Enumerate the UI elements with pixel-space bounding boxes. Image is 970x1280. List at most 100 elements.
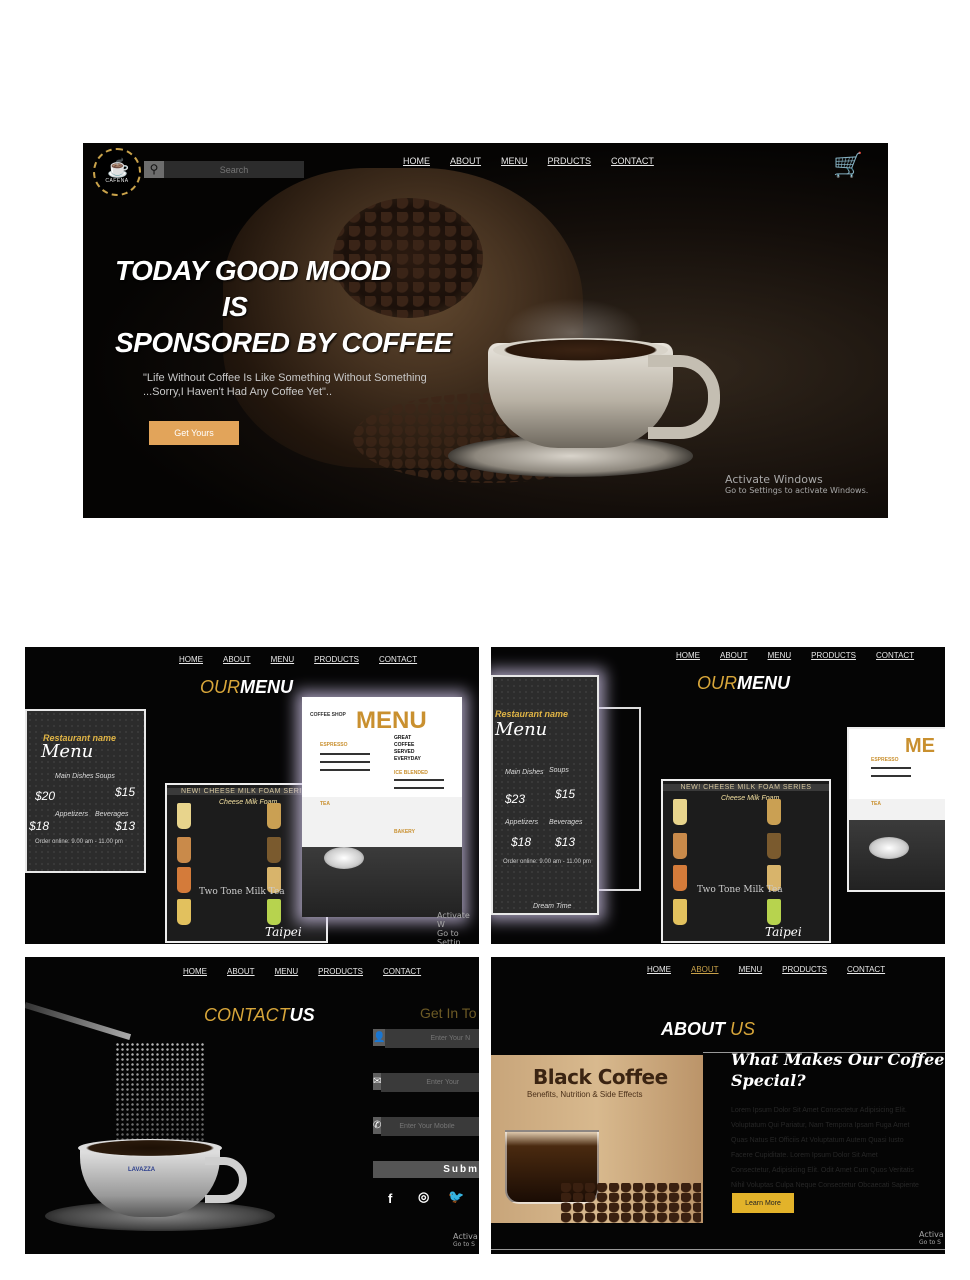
cup-brand: LAVAZZA [128, 1167, 156, 1173]
restaurant-name: Restaurant name [495, 709, 569, 719]
section-bakery: BAKERY [394, 829, 415, 835]
nav-products[interactable]: PRODUCTS [811, 651, 856, 660]
body-line: Quas Natus Et Officiis At Voluptatum Aut… [731, 1137, 904, 1144]
menu-left-nav: HOME ABOUT MENU PRODUCTS CONTACT [179, 655, 437, 664]
nav-home[interactable]: HOME [179, 655, 203, 664]
section-tea: TEA [320, 801, 330, 807]
chalk-item-appetizers: Appetizers [505, 819, 539, 826]
nav-contact[interactable]: CONTACT [611, 156, 654, 166]
chalk-price-2: $15 [115, 785, 136, 799]
nav-menu[interactable]: MENU [501, 156, 528, 166]
nav-products[interactable]: PRODUCTS [782, 965, 827, 974]
quote-line-1: "Life Without Coffee Is Like Something W… [143, 372, 427, 384]
drink-image [177, 899, 191, 925]
coffee-shop-menu-card[interactable]: ME ESPRESSO TEA [847, 727, 945, 892]
search-icon[interactable]: ⚲ [144, 161, 164, 178]
two-tone-label: Two Tone Milk Tea [697, 885, 783, 895]
section-espresso: ESPRESSO [871, 757, 899, 763]
slider-frame [599, 707, 641, 891]
nav-menu[interactable]: MENU [275, 967, 299, 976]
chalk-footer: Order online: 9.00 am - 11.00 pm [35, 839, 123, 845]
body-line: Facere Cupiditate. Lorem Ipsum Dolor Sit… [731, 1152, 878, 1159]
drink-image [177, 837, 191, 863]
nav-menu[interactable]: MENU [739, 965, 763, 974]
tagline-2: COFFEE [394, 742, 415, 748]
cart-icon[interactable]: 🛒 [833, 151, 863, 180]
menu-line [871, 775, 911, 777]
chalk-price-3: $18 [511, 835, 532, 849]
body-line: Consectetur, Adipisicing Elit. Odit Amet… [731, 1167, 914, 1174]
chalk-price-1: $20 [35, 789, 56, 803]
nav-contact[interactable]: CONTACT [383, 967, 421, 976]
tagline-3: SERVED [394, 749, 415, 755]
get-in-touch-heading: Get In To [420, 1005, 477, 1021]
coffee-cup-icon: ☕ [107, 158, 130, 178]
nav-contact[interactable]: CONTACT [379, 655, 417, 664]
cup-handle-image [648, 355, 720, 439]
watermark-subtitle: Go to Settin [437, 929, 461, 944]
twitter-icon[interactable]: 🐦 [448, 1189, 464, 1205]
footer-line [491, 1249, 945, 1250]
body-line: Voluptatum Qui Pariatur, Nam Tempora Ips… [731, 1122, 910, 1129]
nav-about[interactable]: ABOUT [720, 651, 748, 660]
title-about: ABOUT [661, 1019, 725, 1039]
our-menu-title: OURMENU [697, 673, 790, 694]
get-yours-button[interactable]: Get Yours [149, 421, 239, 445]
submit-button[interactable]: Subm [373, 1161, 479, 1178]
chalk-price-4: $13 [115, 819, 136, 833]
nav-home[interactable]: HOME [183, 967, 207, 976]
nav-home[interactable]: HOME [676, 651, 700, 660]
phone-input[interactable] [381, 1117, 479, 1136]
title-us: US [289, 1005, 315, 1025]
nav-products[interactable]: PRODUCTS [318, 967, 363, 976]
chalkboard-menu-card[interactable]: Restaurant name Menu Main Dishes Soups $… [25, 709, 146, 873]
hero-headline: TODAY GOOD MOOD IS SPONSORED BY COFFEE [115, 253, 452, 361]
nav-about[interactable]: ABOUT [227, 967, 255, 976]
title-our: OUR [200, 677, 240, 697]
nav-products[interactable]: PRDUCTS [548, 156, 592, 166]
nav-home[interactable]: HOME [647, 965, 671, 974]
nav-menu[interactable]: MENU [768, 651, 792, 660]
milk-foam-menu-card[interactable]: NEW! CHEESE MILK FOAM SERIES Cheese Milk… [661, 779, 831, 943]
body-line: Nihil Voluptas Culpa Neque Consectetur O… [731, 1182, 919, 1189]
nav-contact[interactable]: CONTACT [876, 651, 914, 660]
learn-more-button[interactable]: Learn More [732, 1193, 794, 1213]
taipei-label: Taipei [265, 925, 302, 939]
nav-products[interactable]: PRODUCTS [314, 655, 359, 664]
chalkboard-menu-card[interactable]: Restaurant name Menu Main Dishes Soups $… [491, 675, 599, 915]
chalk-menu-title: Menu [41, 741, 94, 762]
instagram-icon[interactable]: ◎ [418, 1189, 429, 1205]
taipei-label: Taipei [765, 925, 802, 939]
nav-about[interactable]: ABOUT [450, 156, 481, 166]
watermark-title: Activate W [437, 911, 470, 929]
name-input[interactable] [385, 1029, 479, 1048]
email-input[interactable] [381, 1073, 479, 1092]
our-menu-title: OURMENU [200, 677, 293, 698]
cup-image [324, 847, 364, 869]
search-input[interactable] [164, 161, 304, 178]
watermark-title: Activate Windows [725, 473, 823, 486]
chalk-item-beverages: Beverages [549, 819, 583, 826]
nav-home[interactable]: HOME [403, 156, 430, 166]
contact-nav: HOME ABOUT MENU PRODUCTS CONTACT [183, 967, 441, 976]
nav-contact[interactable]: CONTACT [847, 965, 885, 974]
drink-image [673, 899, 687, 925]
cup-image [869, 837, 909, 859]
menu-line [320, 769, 370, 771]
nav-about[interactable]: ABOUT [691, 965, 719, 974]
cafe-logo[interactable]: ☕ CAFENA [93, 148, 141, 196]
cup-handle-image [205, 1157, 247, 1203]
menu-tagline: GREAT COFFEE SERVED EVERYDAY [394, 735, 421, 763]
section-tea: TEA [871, 801, 881, 807]
chalk-price-3: $18 [29, 819, 50, 833]
chalk-item-soups: Soups [549, 767, 569, 774]
title-our: OUR [697, 673, 737, 693]
menu-line [871, 767, 911, 769]
nav-menu[interactable]: MENU [271, 655, 295, 664]
chalk-item-beverages: Beverages [95, 811, 129, 818]
nav-about[interactable]: ABOUT [223, 655, 251, 664]
coffee-shop-menu-card[interactable]: COFFEE SHOP MENU ESPRESSO GREAT COFFEE S… [302, 697, 462, 917]
watermark-title: Activa [453, 1232, 478, 1241]
envelope-icon: ✉ [373, 1073, 382, 1090]
facebook-icon[interactable]: f [388, 1191, 392, 1206]
